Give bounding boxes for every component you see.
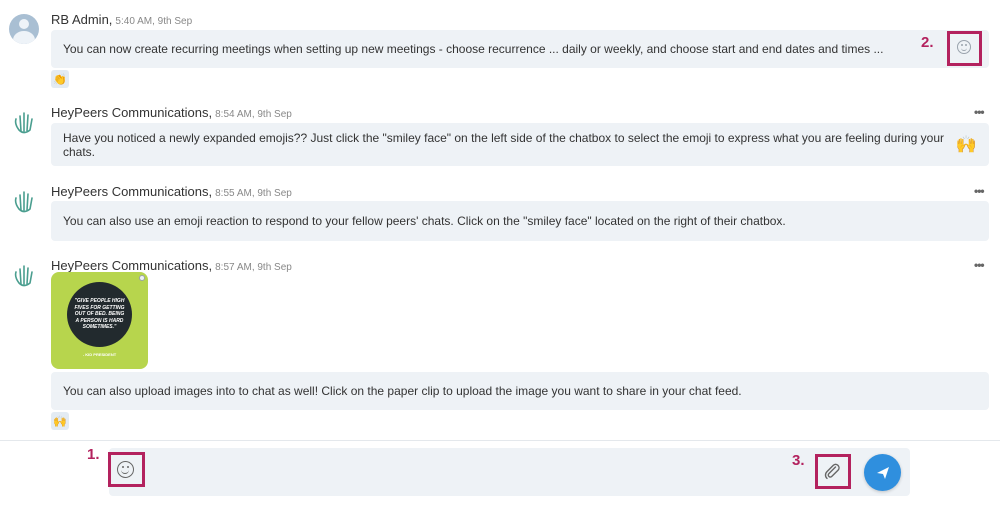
author-name: HeyPeers Communications, bbox=[51, 258, 213, 273]
send-icon bbox=[876, 466, 889, 479]
highlight-box-1 bbox=[108, 452, 145, 487]
message-text: Have you noticed a newly expanded emojis… bbox=[63, 130, 945, 159]
wave-icon bbox=[14, 265, 33, 287]
message-time: 8:55 AM, 9th Sep bbox=[215, 188, 292, 199]
image-attribution: - KID PRESIDENT bbox=[82, 352, 117, 357]
message-time: 8:57 AM, 9th Sep bbox=[215, 262, 292, 273]
annotation-label-3: 3. bbox=[792, 452, 805, 469]
message-bubble: You can now create recurring meetings wh… bbox=[51, 30, 989, 68]
message-bubble: Have you noticed a newly expanded emojis… bbox=[51, 123, 989, 166]
more-options-icon[interactable]: ••• bbox=[974, 184, 985, 198]
author-name: HeyPeers Communications, bbox=[51, 184, 213, 199]
message-text: You can also upload images into to chat … bbox=[63, 384, 742, 398]
highlight-box-2 bbox=[947, 31, 982, 66]
reaction-badge[interactable]: 🙌 bbox=[51, 412, 69, 430]
author-name: HeyPeers Communications, bbox=[51, 105, 213, 120]
message-header: HeyPeers Communications, 8:55 AM, 9th Sep bbox=[51, 184, 292, 199]
send-button[interactable] bbox=[864, 454, 901, 491]
raised-hands-emoji: 🙌 bbox=[955, 134, 977, 154]
more-options-icon[interactable]: ••• bbox=[974, 258, 985, 272]
author-name: RB Admin, bbox=[51, 12, 113, 27]
annotation-label-1: 1. bbox=[87, 446, 100, 463]
divider bbox=[0, 440, 1000, 441]
annotation-label-2: 2. bbox=[921, 34, 934, 51]
highlight-box-3 bbox=[815, 454, 851, 489]
message-header: HeyPeers Communications, 8:54 AM, 9th Sep bbox=[51, 105, 292, 120]
image-quote: "GIVE PEOPLE HIGH FIVES FOR GETTING OUT … bbox=[67, 282, 132, 347]
chat-input-box bbox=[109, 448, 910, 496]
message-time: 8:54 AM, 9th Sep bbox=[215, 109, 292, 120]
message-header: HeyPeers Communications, 8:57 AM, 9th Sep bbox=[51, 258, 292, 273]
more-options-icon[interactable]: ••• bbox=[974, 105, 985, 119]
message-bubble: You can also use an emoji reaction to re… bbox=[51, 201, 989, 241]
reaction-badge[interactable]: 👏 bbox=[51, 70, 69, 88]
message-bubble: You can also upload images into to chat … bbox=[51, 372, 989, 410]
message-text: You can now create recurring meetings wh… bbox=[63, 42, 884, 56]
wave-icon bbox=[14, 191, 33, 213]
message-header: RB Admin, 5:40 AM, 9th Sep bbox=[51, 12, 192, 27]
image-status-dot bbox=[139, 275, 145, 281]
message-text: You can also use an emoji reaction to re… bbox=[63, 214, 786, 228]
message-time: 5:40 AM, 9th Sep bbox=[115, 16, 193, 27]
wave-icon bbox=[14, 112, 33, 134]
chat-input[interactable] bbox=[147, 454, 807, 490]
user-avatar bbox=[9, 14, 39, 44]
shared-image[interactable]: "GIVE PEOPLE HIGH FIVES FOR GETTING OUT … bbox=[51, 272, 148, 369]
